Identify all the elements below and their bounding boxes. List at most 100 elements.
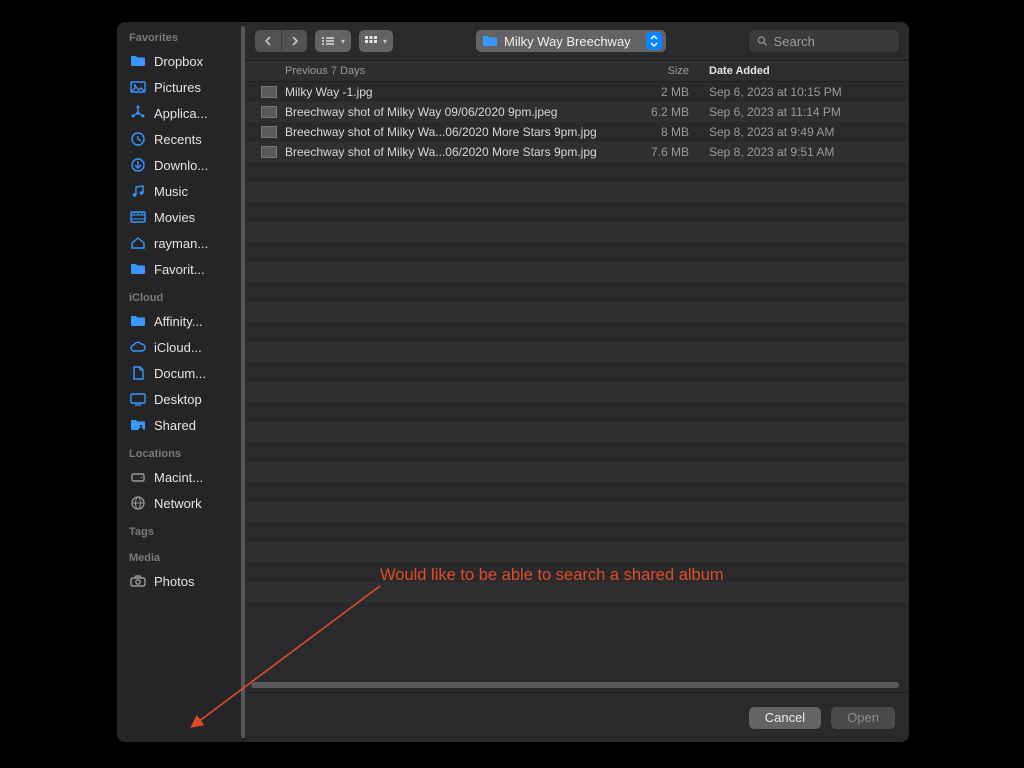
empty-row: [245, 442, 909, 462]
sidebar-section-title: iCloud: [117, 282, 245, 308]
sidebar-item[interactable]: Applica...: [117, 100, 245, 126]
empty-row: [245, 322, 909, 342]
file-size: 7.6 MB: [629, 145, 709, 159]
home-icon: [129, 235, 147, 251]
sidebar-item-label: Recents: [154, 132, 202, 147]
picture-icon: [129, 79, 147, 95]
file-date: Sep 6, 2023 at 10:15 PM: [709, 85, 909, 99]
empty-row: [245, 602, 909, 622]
nav-buttons: [255, 30, 307, 52]
empty-row: [245, 342, 909, 362]
doc-icon: [129, 365, 147, 381]
toolbar: ▾ ▾ Milky Way Breechway: [245, 22, 909, 60]
forward-button[interactable]: [281, 30, 307, 52]
folder-name: Milky Way Breechway: [504, 34, 640, 49]
empty-row: [245, 222, 909, 242]
sidebar-item[interactable]: Photos: [117, 568, 245, 594]
sidebar-section-title: Media: [117, 542, 245, 568]
empty-row: [245, 162, 909, 182]
file-thumbnail-icon: [261, 146, 277, 158]
empty-row: [245, 402, 909, 422]
column-date-added[interactable]: Date Added: [709, 65, 909, 77]
folder-icon: [129, 313, 147, 329]
sidebar-item[interactable]: Music: [117, 178, 245, 204]
sidebar-item[interactable]: Shared: [117, 412, 245, 438]
sidebar-item[interactable]: Affinity...: [117, 308, 245, 334]
sidebar-item[interactable]: Recents: [117, 126, 245, 152]
file-row[interactable]: Milky Way -1.jpg 2 MB Sep 6, 2023 at 10:…: [245, 82, 909, 102]
sidebar-item[interactable]: Movies: [117, 204, 245, 230]
file-list: Previous 7 Days Size Date Added Milky Wa…: [245, 60, 909, 692]
column-size[interactable]: Size: [629, 65, 709, 77]
file-thumbnail-icon: [261, 86, 277, 98]
open-button[interactable]: Open: [831, 707, 895, 729]
clock-icon: [129, 131, 147, 147]
empty-row: [245, 302, 909, 322]
file-row[interactable]: Breechway shot of Milky Wa...06/2020 Mor…: [245, 122, 909, 142]
sidebar-item[interactable]: Dropbox: [117, 48, 245, 74]
empty-row: [245, 502, 909, 522]
group-header[interactable]: Previous 7 Days: [285, 65, 629, 77]
empty-row: [245, 522, 909, 542]
sidebar-item-label: Photos: [154, 574, 194, 589]
sidebar-item-label: Movies: [154, 210, 195, 225]
horizontal-scrollbar[interactable]: [245, 678, 909, 692]
folder-dropdown[interactable]: Milky Way Breechway: [476, 30, 666, 52]
sidebar-item-label: Pictures: [154, 80, 201, 95]
chevron-down-icon: ▾: [383, 37, 387, 46]
empty-row: [245, 562, 909, 582]
file-size: 8 MB: [629, 125, 709, 139]
file-thumbnail-icon: [261, 126, 277, 138]
empty-row: [245, 242, 909, 262]
sidebar-item-label: Network: [154, 496, 202, 511]
file-row[interactable]: Breechway shot of Milky Wa...06/2020 Mor…: [245, 142, 909, 162]
sidebar-item[interactable]: Docum...: [117, 360, 245, 386]
sidebar-item[interactable]: Desktop: [117, 386, 245, 412]
updown-arrows-icon: [646, 32, 662, 50]
sidebar-item[interactable]: rayman...: [117, 230, 245, 256]
empty-row: [245, 382, 909, 402]
movie-icon: [129, 209, 147, 225]
view-grid-button[interactable]: ▾: [359, 30, 393, 52]
sidebar-item-label: Desktop: [154, 392, 202, 407]
back-button[interactable]: [255, 30, 281, 52]
empty-row: [245, 422, 909, 442]
sidebar-item-label: Music: [154, 184, 188, 199]
sidebar-item[interactable]: Network: [117, 490, 245, 516]
sidebar-section-title: Locations: [117, 438, 245, 464]
file-name: Breechway shot of Milky Wa...06/2020 Mor…: [285, 125, 629, 139]
chevron-down-icon: ▾: [341, 37, 345, 46]
search-field[interactable]: [749, 30, 899, 52]
sidebar-item[interactable]: Favorit...: [117, 256, 245, 282]
disk-icon: [129, 469, 147, 485]
empty-row: [245, 582, 909, 602]
file-name: Milky Way -1.jpg: [285, 85, 629, 99]
file-date: Sep 6, 2023 at 11:14 PM: [709, 105, 909, 119]
search-icon: [757, 35, 768, 47]
column-header-row: Previous 7 Days Size Date Added: [245, 60, 909, 82]
dialog-footer: Cancel Open: [245, 692, 909, 742]
view-list-button[interactable]: ▾: [315, 30, 351, 52]
file-row[interactable]: Breechway shot of Milky Way 09/06/2020 9…: [245, 102, 909, 122]
sidebar-item-label: Dropbox: [154, 54, 203, 69]
empty-row: [245, 462, 909, 482]
search-input[interactable]: [772, 33, 891, 50]
sidebar-item-label: Shared: [154, 418, 196, 433]
sidebar-item-label: Favorit...: [154, 262, 205, 277]
cancel-button[interactable]: Cancel: [749, 707, 821, 729]
empty-row: [245, 182, 909, 202]
sidebar-item[interactable]: Downlo...: [117, 152, 245, 178]
shared-icon: [129, 417, 147, 433]
sidebar-item[interactable]: Pictures: [117, 74, 245, 100]
empty-row: [245, 202, 909, 222]
sidebar-item-label: rayman...: [154, 236, 208, 251]
file-name: Breechway shot of Milky Wa...06/2020 Mor…: [285, 145, 629, 159]
apps-icon: [129, 105, 147, 121]
empty-row: [245, 482, 909, 502]
sidebar-item-label: Docum...: [154, 366, 206, 381]
sidebar-item[interactable]: Macint...: [117, 464, 245, 490]
sidebar-item-label: Applica...: [154, 106, 207, 121]
folder-icon: [482, 35, 498, 47]
desktop-icon: [129, 391, 147, 407]
sidebar-item[interactable]: iCloud...: [117, 334, 245, 360]
